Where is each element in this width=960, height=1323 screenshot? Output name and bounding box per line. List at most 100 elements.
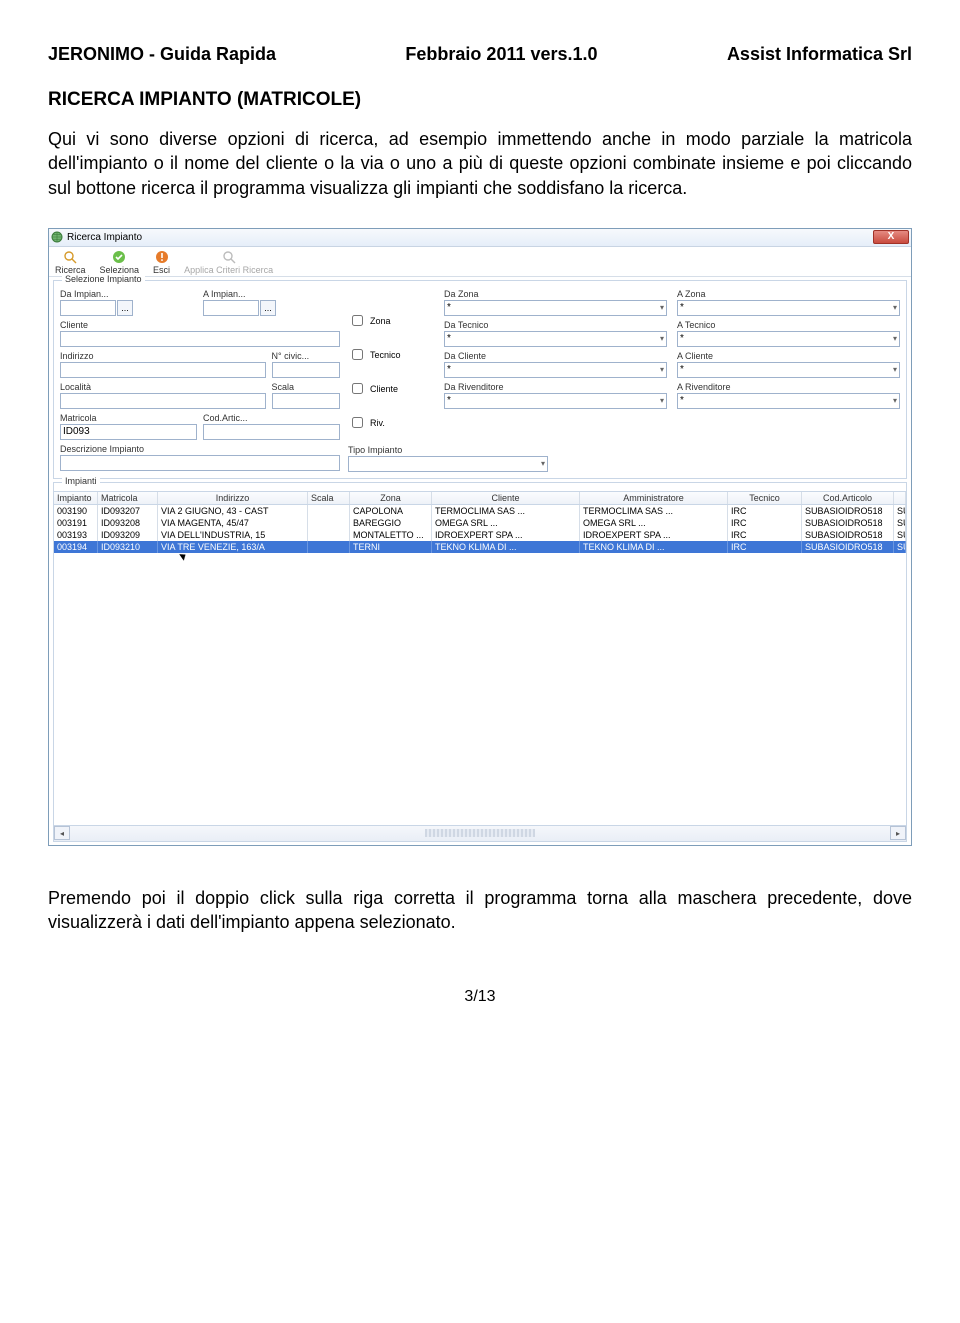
- input-matricola[interactable]: [60, 424, 197, 440]
- label-da-cliente: Da Cliente: [444, 351, 667, 361]
- cell: SUBASIOIDRO518: [802, 505, 894, 517]
- scroll-left-button[interactable]: ◂: [54, 826, 70, 840]
- input-cliente[interactable]: [60, 331, 340, 347]
- cell: 003191: [54, 517, 98, 529]
- hscrollbar[interactable]: ◂ ▸: [54, 825, 906, 841]
- checkbox-cliente-row[interactable]: Cliente: [348, 381, 436, 397]
- cell: IRC: [728, 529, 802, 541]
- section-title: RICERCA IMPIANTO (MATRICOLE): [48, 89, 912, 111]
- input-codartic[interactable]: [203, 424, 340, 440]
- checkbox-tecnico-row[interactable]: Tecnico: [348, 347, 436, 363]
- toolbar-apply: Applica Criteri Ricerca: [184, 250, 273, 275]
- cell: IRC: [728, 517, 802, 529]
- app-window: Ricerca Impianto X Ricerca Seleziona Esc…: [48, 228, 912, 846]
- close-button[interactable]: X: [873, 230, 909, 244]
- combo-da-tecnico[interactable]: *▾: [444, 331, 667, 347]
- checkbox-cliente[interactable]: [352, 383, 363, 394]
- scroll-grip[interactable]: [425, 829, 535, 837]
- input-indirizzo[interactable]: [60, 362, 266, 378]
- grid-body[interactable]: 003190ID093207VIA 2 GIUGNO, 43 - CASTCAP…: [54, 505, 906, 825]
- checkbox-zona-row[interactable]: Zona: [348, 313, 436, 329]
- checkbox-cliente-label: Cliente: [370, 384, 398, 394]
- checkbox-zona[interactable]: [352, 315, 363, 326]
- combo-a-riv[interactable]: *▾: [677, 393, 900, 409]
- cell: BAREGGIO: [350, 517, 432, 529]
- input-localita[interactable]: [60, 393, 266, 409]
- toolbar-search[interactable]: Ricerca: [55, 250, 86, 275]
- col-zona[interactable]: Zona: [350, 492, 432, 504]
- cell: IDROEXPERT SPA ...: [432, 529, 580, 541]
- col-amministratore[interactable]: Amministratore: [580, 492, 728, 504]
- cell: VIA TRE VENEZIE, 163/A: [158, 541, 308, 553]
- magnifier-icon: [63, 250, 77, 264]
- grid-header: Impianto Matricola Indirizzo Scala Zona …: [54, 491, 906, 505]
- chevron-down-icon: ▾: [893, 365, 897, 374]
- page-number: 3/13: [48, 988, 912, 1006]
- col-codarticolo[interactable]: Cod.Articolo: [802, 492, 894, 504]
- label-codartic: Cod.Artic...: [203, 413, 340, 423]
- outro-paragraph: Premendo poi il doppio click sulla riga …: [48, 886, 912, 935]
- cell: IRC: [728, 541, 802, 553]
- scroll-right-button[interactable]: ▸: [890, 826, 906, 840]
- cell: [308, 541, 350, 553]
- table-row[interactable]: 003193ID093209VIA DELL'INDUSTRIA, 15MONT…: [54, 529, 906, 541]
- browse-da-impianto[interactable]: ...: [117, 300, 133, 316]
- label-tipo-impianto: Tipo Impianto: [348, 445, 436, 455]
- combo-a-zona[interactable]: *▾: [677, 300, 900, 316]
- combo-da-cliente[interactable]: *▾: [444, 362, 667, 378]
- label-matricola: Matricola: [60, 413, 197, 423]
- cell: VIA MAGENTA, 45/47: [158, 517, 308, 529]
- cell: OMEGA SRL ...: [580, 517, 728, 529]
- checkbox-riv-row[interactable]: Riv.: [348, 415, 436, 431]
- titlebar: Ricerca Impianto X: [49, 229, 911, 247]
- col-indirizzo[interactable]: Indirizzo: [158, 492, 308, 504]
- cell: [308, 517, 350, 529]
- col-impianto[interactable]: Impianto: [54, 492, 98, 504]
- combo-a-tecnico[interactable]: *▾: [677, 331, 900, 347]
- toolbar-select[interactable]: Seleziona: [100, 250, 140, 275]
- cell: SUBASIO: [894, 529, 906, 541]
- label-a-tecnico: A Tecnico: [677, 320, 900, 330]
- group-selezione-legend: Selezione Impianto: [62, 274, 145, 284]
- cell: 003194: [54, 541, 98, 553]
- input-scala[interactable]: [272, 393, 341, 409]
- col-scala[interactable]: Scala: [308, 492, 350, 504]
- chevron-down-icon: ▾: [893, 303, 897, 312]
- table-row[interactable]: 003191ID093208VIA MAGENTA, 45/47BAREGGIO…: [54, 517, 906, 529]
- group-impianti: Impianti Impianto Matricola Indirizzo Sc…: [53, 482, 907, 842]
- col-extra[interactable]: [894, 492, 906, 504]
- toolbar: Ricerca Seleziona Esci Applica Criteri R…: [49, 247, 911, 277]
- input-ncivico[interactable]: [272, 362, 341, 378]
- browse-a-impianto[interactable]: ...: [260, 300, 276, 316]
- checkbox-riv[interactable]: [352, 417, 363, 428]
- check-icon: [112, 250, 126, 264]
- col-matricola[interactable]: Matricola: [98, 492, 158, 504]
- table-row[interactable]: 003194ID093210VIA TRE VENEZIE, 163/ATERN…: [54, 541, 906, 553]
- header-mid: Febbraio 2011 vers.1.0: [405, 44, 597, 65]
- chevron-down-icon: ▾: [660, 396, 664, 405]
- table-row[interactable]: 003190ID093207VIA 2 GIUGNO, 43 - CASTCAP…: [54, 505, 906, 517]
- checkbox-tecnico-label: Tecnico: [370, 350, 401, 360]
- cell: OMEGA SRL ...: [432, 517, 580, 529]
- checkbox-tecnico[interactable]: [352, 349, 363, 360]
- toolbar-exit[interactable]: Esci: [153, 250, 170, 275]
- combo-da-zona[interactable]: *▾: [444, 300, 667, 316]
- chevron-down-icon: ▾: [660, 303, 664, 312]
- input-descrizione[interactable]: [60, 455, 340, 471]
- chevron-down-icon: ▾: [893, 396, 897, 405]
- input-da-impianto[interactable]: [60, 300, 116, 316]
- cell: TERMOCLIMA SAS ...: [580, 505, 728, 517]
- chevron-down-icon: ▾: [660, 334, 664, 343]
- combo-da-riv[interactable]: *▾: [444, 393, 667, 409]
- combo-a-cliente[interactable]: *▾: [677, 362, 900, 378]
- window-title: Ricerca Impianto: [67, 232, 142, 243]
- input-a-impianto[interactable]: [203, 300, 259, 316]
- cell: IDROEXPERT SPA ...: [580, 529, 728, 541]
- cell: IRC: [728, 505, 802, 517]
- col-tecnico[interactable]: Tecnico: [728, 492, 802, 504]
- intro-paragraph: Qui vi sono diverse opzioni di ricerca, …: [48, 127, 912, 200]
- col-cliente[interactable]: Cliente: [432, 492, 580, 504]
- label-a-impianto: A Impian...: [203, 289, 340, 299]
- exclaim-icon: [155, 250, 169, 264]
- cell: TERMOCLIMA SAS ...: [432, 505, 580, 517]
